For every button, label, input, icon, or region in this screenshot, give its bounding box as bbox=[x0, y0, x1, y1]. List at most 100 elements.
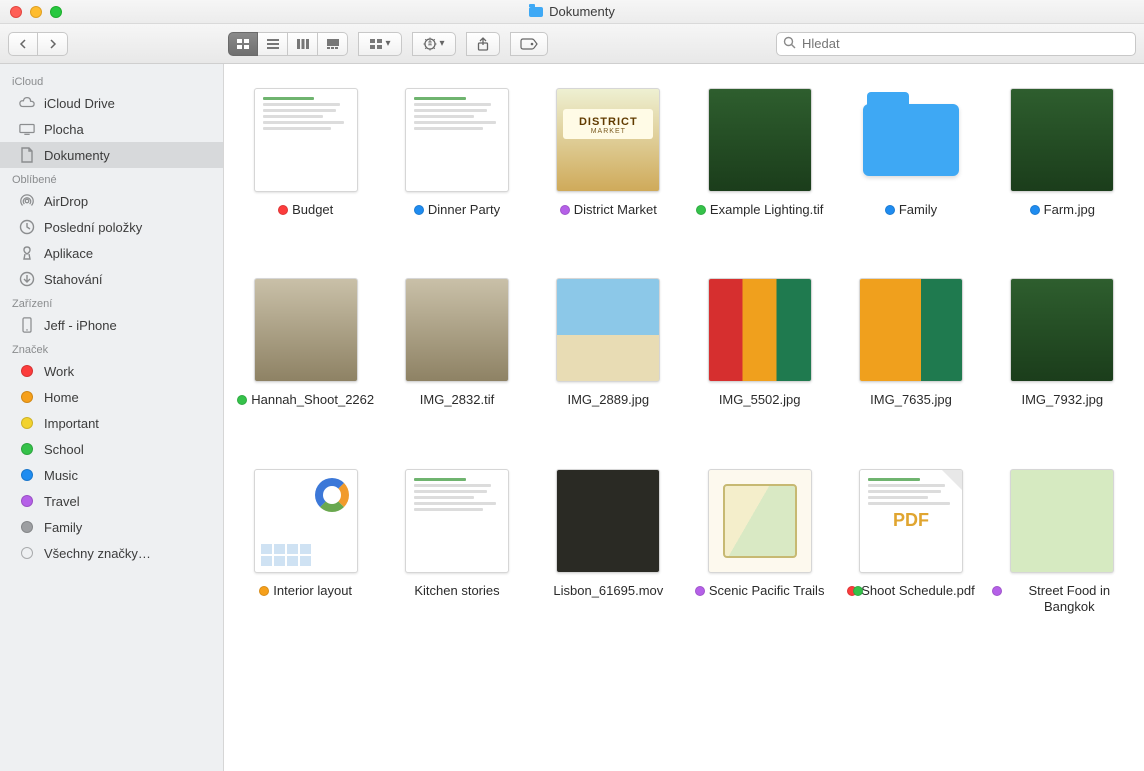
tag-dot-icon bbox=[560, 205, 570, 215]
action-menu-button[interactable]: ▾ bbox=[412, 32, 456, 56]
file-name: IMG_7635.jpg bbox=[870, 392, 952, 408]
file-thumbnail bbox=[1010, 88, 1114, 192]
search-field[interactable] bbox=[776, 32, 1136, 56]
tag-dot-icon bbox=[278, 205, 288, 215]
tag-dot-icon bbox=[414, 205, 424, 215]
file-name: Hannah_Shoot_2262 bbox=[251, 392, 374, 408]
close-button[interactable] bbox=[10, 6, 22, 18]
back-button[interactable] bbox=[8, 32, 38, 56]
tag-dot-icon bbox=[1030, 205, 1040, 215]
doc-icon bbox=[18, 148, 36, 162]
file-name: District Market bbox=[574, 202, 657, 218]
tag-dot-icon bbox=[18, 546, 36, 560]
window-title: Dokumenty bbox=[0, 4, 1144, 19]
file-item[interactable]: Family bbox=[839, 88, 982, 218]
sidebar-item[interactable]: Všechny značky… bbox=[0, 540, 223, 566]
sidebar-item[interactable]: Dokumenty bbox=[0, 142, 223, 168]
sidebar-item[interactable]: Poslední položky bbox=[0, 214, 223, 240]
file-label: Example Lighting.tif bbox=[696, 202, 823, 218]
edit-tags-button[interactable] bbox=[510, 32, 548, 56]
sidebar-item-label: Stahování bbox=[44, 272, 103, 287]
minimize-button[interactable] bbox=[30, 6, 42, 18]
file-thumbnail bbox=[405, 469, 509, 573]
file-thumbnail bbox=[859, 88, 963, 192]
forward-button[interactable] bbox=[38, 32, 68, 56]
file-item[interactable]: IMG_2832.tif bbox=[385, 278, 528, 408]
sidebar-item-label: Jeff - iPhone bbox=[44, 318, 117, 333]
tag-dot-icon bbox=[18, 442, 36, 456]
file-name: Street Food in Bangkok bbox=[1006, 583, 1132, 616]
file-item[interactable]: Interior layout bbox=[234, 469, 377, 616]
icon-view-button[interactable] bbox=[228, 32, 258, 56]
sidebar-item[interactable]: Plocha bbox=[0, 116, 223, 142]
window-title-text: Dokumenty bbox=[549, 4, 615, 19]
file-name: Dinner Party bbox=[428, 202, 500, 218]
sidebar-item[interactable]: Home bbox=[0, 384, 223, 410]
sidebar-item[interactable]: Jeff - iPhone bbox=[0, 312, 223, 338]
gallery-view-button[interactable] bbox=[318, 32, 348, 56]
file-label: Budget bbox=[278, 202, 333, 218]
file-label: Farm.jpg bbox=[1030, 202, 1095, 218]
file-item[interactable]: DISTRICTMARKETDistrict Market bbox=[537, 88, 680, 218]
maximize-button[interactable] bbox=[50, 6, 62, 18]
file-label: Scenic Pacific Trails bbox=[695, 583, 825, 599]
sidebar-item[interactable]: Work bbox=[0, 358, 223, 384]
file-item[interactable]: Example Lighting.tif bbox=[688, 88, 831, 218]
sidebar-item[interactable]: Stahování bbox=[0, 266, 223, 292]
download-icon bbox=[18, 272, 36, 286]
sidebar-item[interactable]: Aplikace bbox=[0, 240, 223, 266]
sidebar-item[interactable]: iCloud Drive bbox=[0, 90, 223, 116]
file-item[interactable]: Hannah_Shoot_2262 bbox=[234, 278, 377, 408]
phone-icon bbox=[18, 318, 36, 332]
file-item[interactable]: PDFShoot Schedule.pdf bbox=[839, 469, 982, 616]
tag-dot-icon bbox=[885, 205, 895, 215]
toolbar: ▾ ▾ bbox=[0, 24, 1144, 64]
sidebar-item-label: Dokumenty bbox=[44, 148, 110, 163]
file-item[interactable]: Street Food in Bangkok bbox=[991, 469, 1134, 616]
sidebar-item-label: Všechny značky… bbox=[44, 546, 151, 561]
file-item[interactable]: Kitchen stories bbox=[385, 469, 528, 616]
file-thumbnail bbox=[254, 278, 358, 382]
search-input[interactable] bbox=[802, 36, 1129, 51]
file-name: Example Lighting.tif bbox=[710, 202, 823, 218]
file-item[interactable]: IMG_5502.jpg bbox=[688, 278, 831, 408]
file-label: Kitchen stories bbox=[414, 583, 499, 599]
file-label: IMG_7932.jpg bbox=[1021, 392, 1103, 408]
file-item[interactable]: Farm.jpg bbox=[991, 88, 1134, 218]
sidebar-item[interactable]: School bbox=[0, 436, 223, 462]
list-view-button[interactable] bbox=[258, 32, 288, 56]
file-thumbnail bbox=[708, 469, 812, 573]
sidebar-item-label: Poslední položky bbox=[44, 220, 142, 235]
file-label: Lisbon_61695.mov bbox=[553, 583, 663, 599]
file-item[interactable]: Lisbon_61695.mov bbox=[537, 469, 680, 616]
sidebar-section-header: iCloud bbox=[0, 70, 223, 90]
column-view-button[interactable] bbox=[288, 32, 318, 56]
sidebar-item[interactable]: AirDrop bbox=[0, 188, 223, 214]
airdrop-icon bbox=[18, 194, 36, 208]
sidebar-item-label: Family bbox=[44, 520, 82, 535]
file-item[interactable]: IMG_7635.jpg bbox=[839, 278, 982, 408]
share-button[interactable] bbox=[466, 32, 500, 56]
file-name: IMG_2832.tif bbox=[420, 392, 494, 408]
file-label: Hannah_Shoot_2262 bbox=[237, 392, 374, 408]
sidebar-item-label: Home bbox=[44, 390, 79, 405]
file-name: Farm.jpg bbox=[1044, 202, 1095, 218]
sidebar-item-label: AirDrop bbox=[44, 194, 88, 209]
tag-dots-icon bbox=[847, 586, 857, 596]
apps-icon bbox=[18, 246, 36, 260]
file-item[interactable]: Dinner Party bbox=[385, 88, 528, 218]
sidebar-item[interactable]: Music bbox=[0, 462, 223, 488]
tag-dot-icon bbox=[18, 364, 36, 378]
file-item[interactable]: Budget bbox=[234, 88, 377, 218]
folder-icon bbox=[529, 7, 543, 17]
file-item[interactable]: Scenic Pacific Trails bbox=[688, 469, 831, 616]
file-item[interactable]: IMG_7932.jpg bbox=[991, 278, 1134, 408]
sidebar-item[interactable]: Important bbox=[0, 410, 223, 436]
arrange-button[interactable]: ▾ bbox=[358, 32, 402, 56]
file-item[interactable]: IMG_2889.jpg bbox=[537, 278, 680, 408]
sidebar-item[interactable]: Family bbox=[0, 514, 223, 540]
tag-dot-icon bbox=[18, 468, 36, 482]
file-thumbnail bbox=[254, 88, 358, 192]
sidebar-item[interactable]: Travel bbox=[0, 488, 223, 514]
file-name: Lisbon_61695.mov bbox=[553, 583, 663, 599]
